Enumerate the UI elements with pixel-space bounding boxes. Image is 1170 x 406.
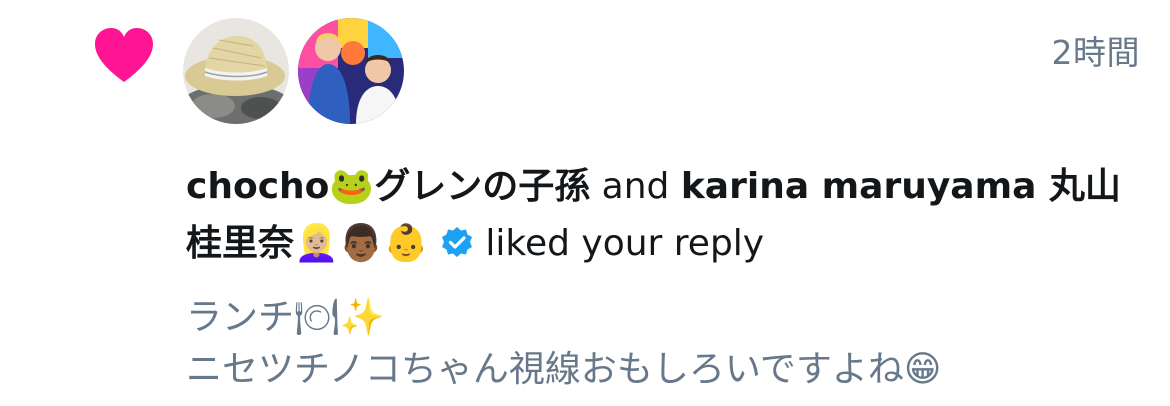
like-notification[interactable]: 2時間 chocho🐸グレンの子孫 and karina maruyama 丸山…: [0, 0, 1170, 406]
connector-text: and: [590, 166, 681, 207]
action-text: liked your reply: [473, 223, 765, 264]
tweet-line: ランチ🍽✨: [186, 297, 385, 338]
timestamp: 2時間: [1051, 33, 1140, 72]
user-name-1[interactable]: chocho🐸グレンの子孫: [186, 166, 590, 207]
verified-badge-icon: [441, 227, 472, 257]
heart-icon: [95, 28, 153, 82]
liked-tweet-text[interactable]: ランチ🍽✨ ニセツチノコちゃん視線おもしろいですよね😁: [186, 292, 1146, 396]
notification-headline: chocho🐸グレンの子孫 and karina maruyama 丸山桂里奈👱…: [186, 158, 1146, 272]
tweet-line: ニセツチノコちゃん視線おもしろいですよね😁: [186, 349, 942, 390]
avatar[interactable]: [298, 18, 404, 124]
avatar[interactable]: [183, 18, 289, 124]
